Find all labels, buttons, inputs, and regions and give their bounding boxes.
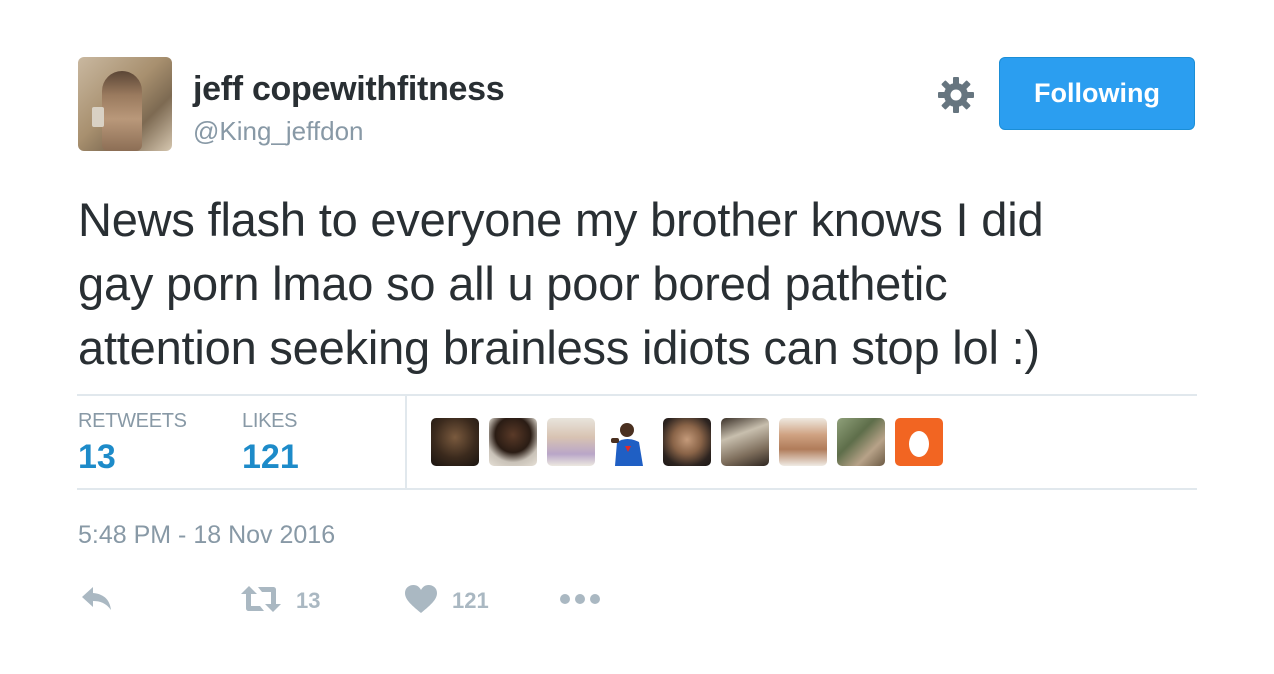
tweet-text-line: News flash to everyone my brother knows … — [78, 193, 1044, 246]
tweet-text-line: attention seeking brainless idiots can s… — [78, 321, 1040, 374]
tweet-text: News flash to everyone my brother knows … — [78, 188, 1188, 380]
like-button[interactable]: 121 — [404, 583, 489, 619]
user-avatar[interactable] — [779, 418, 827, 466]
likes-label[interactable]: LIKES — [242, 410, 298, 433]
retweet-button[interactable]: 13 — [240, 583, 320, 619]
user-avatar[interactable] — [663, 418, 711, 466]
tweet-timestamp[interactable]: 5:48 PM - 18 Nov 2016 — [78, 521, 335, 550]
user-avatar[interactable] — [547, 418, 595, 466]
author-avatar[interactable] — [78, 57, 172, 151]
user-avatar[interactable] — [489, 418, 537, 466]
heart-icon — [404, 584, 438, 619]
more-button[interactable] — [559, 583, 601, 619]
stats-top-divider — [77, 394, 1197, 396]
avatar-figure — [102, 71, 142, 151]
retweets-label[interactable]: RETWEETS — [78, 410, 187, 433]
user-avatar[interactable] — [721, 418, 769, 466]
like-action-count: 121 — [452, 588, 489, 613]
stats-vertical-divider — [405, 396, 407, 489]
author-handle[interactable]: @King_jeffdon — [193, 116, 364, 147]
retweet-action-count: 13 — [296, 588, 321, 613]
retweets-count[interactable]: 13 — [78, 438, 116, 477]
avatar-phone — [92, 107, 104, 127]
author-display-name[interactable]: jeff copewithfitness — [193, 70, 505, 109]
likes-count[interactable]: 121 — [242, 438, 299, 477]
user-avatar[interactable] — [431, 418, 479, 466]
stats-bottom-divider — [77, 488, 1197, 490]
default-egg-avatar[interactable] — [895, 418, 943, 466]
reply-icon — [80, 584, 114, 619]
user-avatar[interactable] — [605, 418, 653, 466]
following-button[interactable]: Following — [999, 57, 1195, 130]
gear-icon[interactable] — [936, 75, 976, 115]
tweet-text-line: gay porn lmao so all u poor bored pathet… — [78, 257, 948, 310]
reply-button[interactable] — [80, 583, 114, 619]
user-avatar[interactable] — [837, 418, 885, 466]
more-icon — [559, 592, 601, 611]
retweet-icon — [240, 584, 282, 619]
